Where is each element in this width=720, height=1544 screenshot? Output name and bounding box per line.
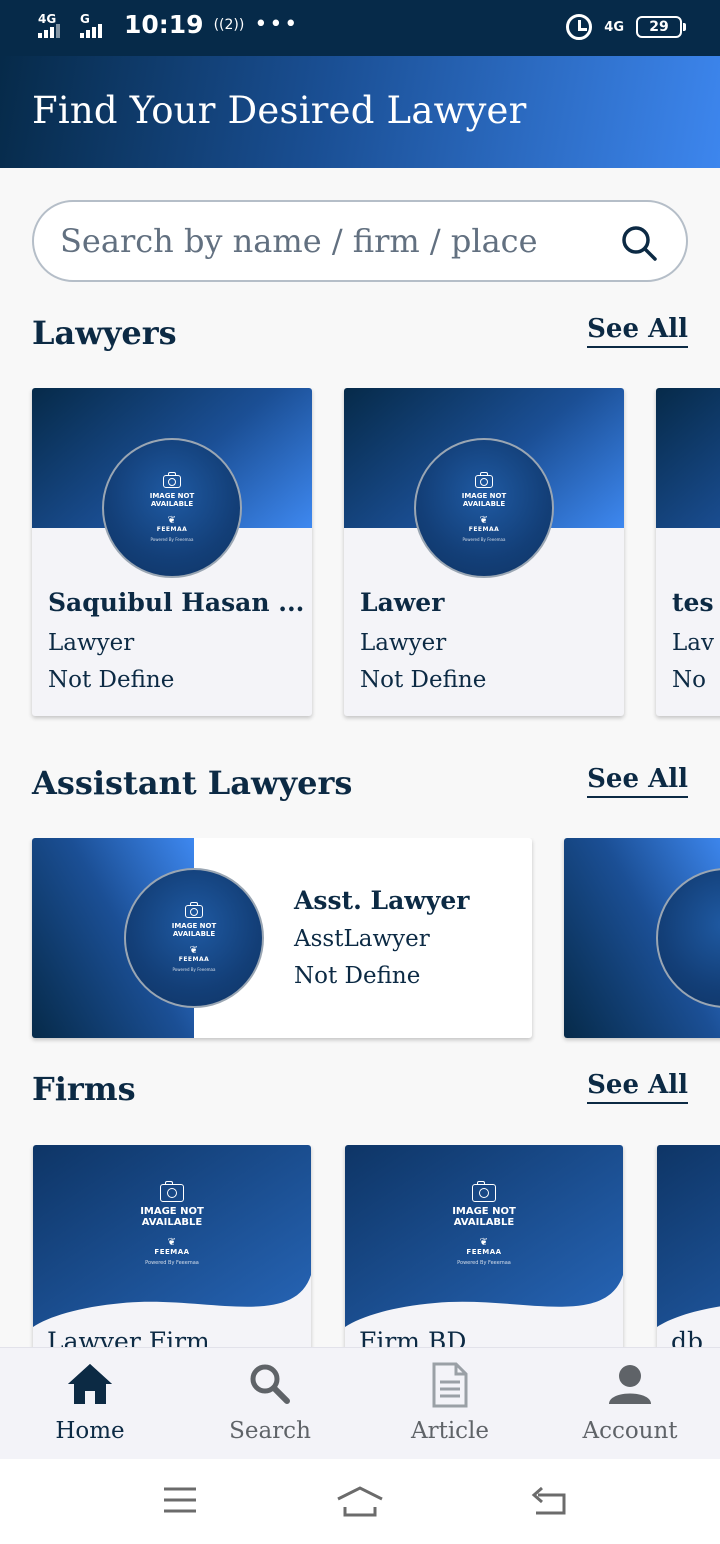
hotspot-icon: ((2)) [213, 16, 245, 33]
nav-home[interactable]: Home [0, 1348, 180, 1460]
camera-icon [185, 901, 203, 918]
lawyer-role: Lawyer [360, 630, 447, 656]
assistant-lawyer-name: Asst. Lawyer [294, 886, 470, 915]
image-placeholder: IMAGE NOT AVAILABLE FEEMAA Powered By Fe… [104, 440, 240, 576]
card-banner [656, 388, 720, 528]
firm-card[interactable]: db [657, 1145, 720, 1347]
account-icon [609, 1365, 651, 1404]
see-all-firms-link[interactable]: See All [587, 1070, 688, 1104]
mobile-data-icon: 4G [604, 19, 624, 35]
firms-carousel[interactable]: IMAGE NOT AVAILABLE FEEMAA Powered By Fe… [0, 1145, 720, 1347]
brand-logo: FEEMAA [179, 946, 210, 963]
nav-search[interactable]: Search [180, 1348, 360, 1460]
image-placeholder: IMAGE NOT AVAILABLE FEEMAA Powered By Fe… [345, 1145, 623, 1305]
lawyer-name: Saquibul Hasan ... [48, 588, 305, 617]
article-icon [432, 1362, 468, 1408]
assistant-lawyer-role: AsstLawyer [294, 926, 430, 952]
search-bar[interactable] [32, 200, 688, 282]
brand-logo: FEEMAA [466, 1238, 501, 1256]
camera-icon [472, 1181, 496, 1202]
search-icon[interactable] [620, 224, 658, 262]
nav-article-label: Article [410, 1418, 490, 1444]
status-bar: 4G G 10:19 ((2)) ••• 4G 29 [0, 0, 720, 56]
section-title-firms: Firms [32, 1070, 136, 1108]
lawyer-name: tes [672, 588, 714, 617]
avatar: IMAGE NOT AVAILABLE FEEMAA Powered By Fe… [414, 438, 554, 578]
nav-article[interactable]: Article [360, 1348, 540, 1460]
bottom-navigation: Home Search Article Account [0, 1347, 720, 1459]
back-icon[interactable] [530, 1485, 568, 1517]
page-title: Find Your Desired Lawyer [32, 89, 527, 132]
app-header: Find Your Desired Lawyer [0, 56, 720, 168]
nav-account[interactable]: Account [540, 1348, 720, 1460]
camera-icon [163, 471, 181, 488]
lawyer-location: No [672, 667, 706, 693]
status-time: 10:19 [124, 10, 204, 39]
alarm-icon [566, 14, 593, 40]
lawyers-carousel[interactable]: IMAGE NOT AVAILABLE FEEMAA Powered By Fe… [0, 388, 720, 728]
lawyer-card[interactable]: IMAGE NOT AVAILABLE FEEMAA Powered By Fe… [344, 388, 624, 716]
lawyer-role: Lawyer [48, 630, 135, 656]
lawyer-name: Lawer [360, 588, 445, 617]
firm-card[interactable]: IMAGE NOT AVAILABLE FEEMAA Powered By Fe… [345, 1145, 623, 1347]
lawyer-location: Not Define [48, 667, 175, 693]
lawyer-card[interactable]: tes Lav No [656, 388, 720, 716]
firm-name: db [671, 1327, 704, 1347]
home-icon [68, 1364, 112, 1404]
nav-search-label: Search [229, 1418, 311, 1444]
sim2-signal-icon: G [80, 12, 112, 38]
lawyer-role: Lav [672, 630, 714, 656]
image-placeholder: IMAGE NOT AVAILABLE FEEMAA Powered By Fe… [416, 440, 552, 576]
camera-icon [475, 471, 493, 488]
system-navigation-bar [0, 1459, 720, 1544]
avatar: IMAGE NOT AVAILABLE FEEMAA Powered By Fe… [102, 438, 242, 578]
camera-icon [160, 1181, 184, 1202]
assistant-lawyer-card[interactable] [564, 838, 720, 1038]
section-title-lawyers: Lawyers [32, 314, 177, 352]
avatar: IMAGE NOT AVAILABLE FEEMAA Powered By Fe… [124, 868, 264, 1008]
lawyer-location: Not Define [360, 667, 487, 693]
nav-account-label: Account [582, 1418, 678, 1444]
see-all-assistant-lawyers-link[interactable]: See All [587, 764, 688, 798]
brand-logo: FEEMAA [469, 516, 500, 533]
firm-name: Firm BD [359, 1327, 467, 1347]
firm-name: Lawyer Firm [47, 1327, 210, 1347]
menu-icon[interactable] [162, 1485, 198, 1515]
sim1-signal-icon: 4G [38, 12, 70, 38]
search-icon [250, 1364, 290, 1404]
section-title-assistant-lawyers: Assistant Lawyers [32, 764, 353, 802]
assistant-lawyer-location: Not Define [294, 963, 421, 989]
image-placeholder: IMAGE NOT AVAILABLE FEEMAA Powered By Fe… [33, 1145, 311, 1305]
image-placeholder: IMAGE NOT AVAILABLE FEEMAA Powered By Fe… [126, 870, 262, 1006]
assistant-lawyers-carousel[interactable]: IMAGE NOT AVAILABLE FEEMAA Powered By Fe… [0, 838, 720, 1048]
brand-logo: FEEMAA [157, 516, 188, 533]
battery-icon: 29 [636, 16, 686, 38]
see-all-lawyers-link[interactable]: See All [587, 314, 688, 348]
search-input[interactable] [60, 216, 620, 266]
assistant-lawyer-card[interactable]: IMAGE NOT AVAILABLE FEEMAA Powered By Fe… [32, 838, 532, 1038]
nav-home-label: Home [55, 1418, 125, 1444]
lawyer-card[interactable]: IMAGE NOT AVAILABLE FEEMAA Powered By Fe… [32, 388, 312, 716]
firm-banner [657, 1145, 720, 1327]
brand-logo: FEEMAA [154, 1238, 189, 1256]
more-notifications-icon: ••• [254, 12, 300, 37]
home-button-icon[interactable] [336, 1485, 384, 1519]
firm-card[interactable]: IMAGE NOT AVAILABLE FEEMAA Powered By Fe… [33, 1145, 311, 1347]
